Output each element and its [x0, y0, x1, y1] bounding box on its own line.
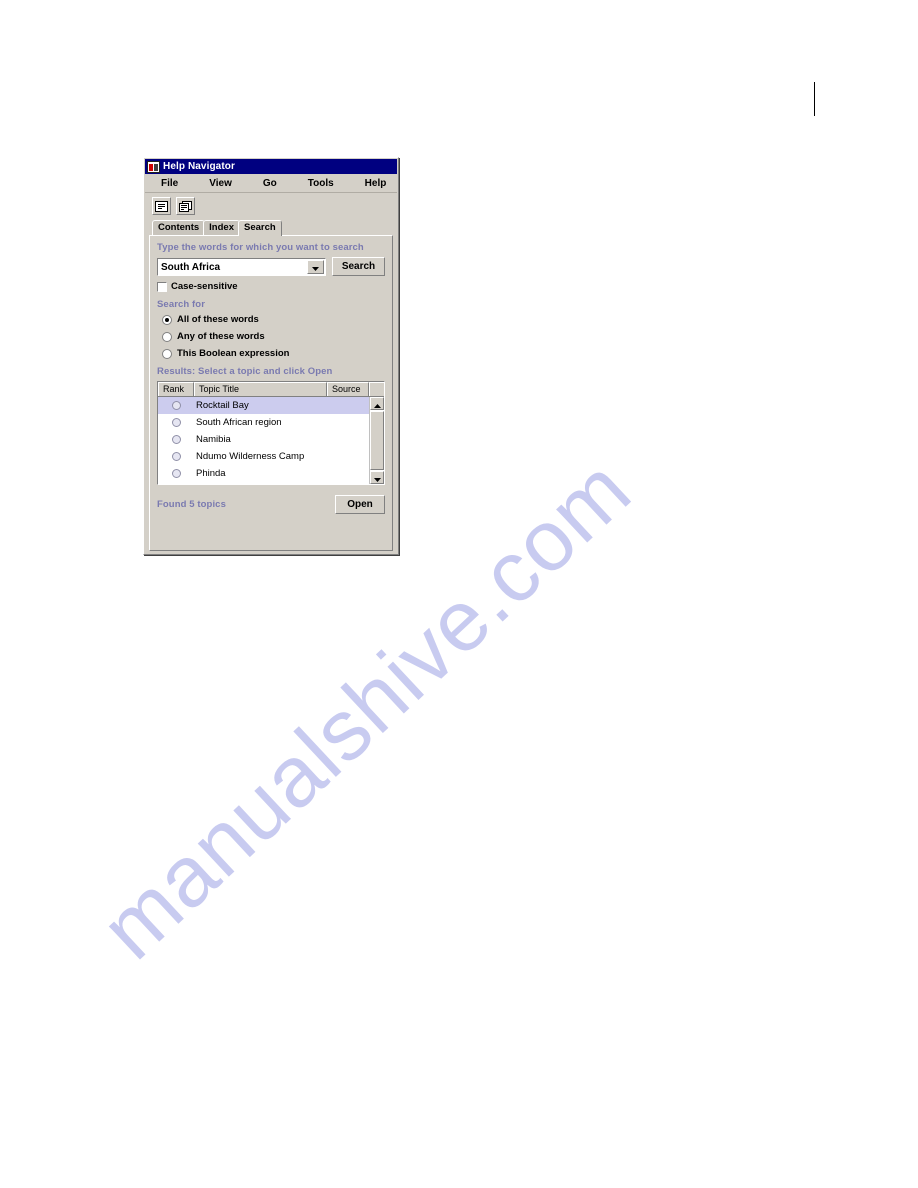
scroll-down-button[interactable] — [370, 471, 384, 484]
topic-title: Phinda — [196, 468, 226, 479]
radio-row-boolean[interactable]: This Boolean expression — [157, 348, 385, 359]
menu-item-file[interactable]: File — [157, 177, 182, 190]
column-header-title[interactable]: Topic Title — [194, 382, 327, 396]
topic-title: Namibia — [196, 434, 231, 445]
results-rows: Rocktail Bay South African region Namibi… — [158, 397, 369, 484]
results-table: Rank Topic Title Source Rocktail Bay Sou… — [157, 381, 385, 485]
window-titlebar: Help Navigator — [145, 159, 397, 174]
menu-item-view[interactable]: View — [205, 177, 236, 190]
radio-all-of-these-words[interactable] — [162, 314, 172, 325]
rank-cell — [158, 418, 194, 427]
column-header-source[interactable]: Source — [327, 382, 369, 396]
dual-pane-button[interactable] — [176, 197, 195, 215]
rank-circle-icon — [171, 469, 181, 478]
topic-title: South African region — [196, 417, 282, 428]
rank-circle-icon — [171, 435, 181, 444]
radio-any-of-these-words[interactable] — [162, 331, 172, 342]
panel-footer: Found 5 topics Open — [157, 495, 385, 514]
radio-label-all-of-these-words: All of these words — [177, 314, 259, 325]
case-sensitive-row[interactable]: Case-sensitive — [157, 281, 385, 292]
toolbar — [144, 193, 398, 219]
radio-label-any-of-these-words: Any of these words — [177, 331, 265, 342]
column-header-spacer — [369, 382, 384, 396]
triangle-down-icon — [373, 469, 381, 485]
search-panel: Type the words for which you want to sea… — [149, 235, 393, 551]
help-navigator-window: Help Navigator File View Go Tools Help C… — [143, 157, 399, 555]
window-title: Help Navigator — [163, 160, 235, 172]
scrollbar-track[interactable] — [370, 410, 384, 471]
case-sensitive-checkbox[interactable] — [157, 281, 167, 292]
results-table-header: Rank Topic Title Source — [158, 382, 384, 397]
results-header-label: Results: Select a topic and click Open — [157, 366, 333, 377]
table-row[interactable]: Phinda — [158, 465, 369, 482]
results-table-body: Rocktail Bay South African region Namibi… — [158, 397, 384, 484]
search-row: Search — [157, 257, 385, 276]
rank-cell — [158, 452, 194, 461]
single-pane-icon — [155, 200, 168, 212]
search-combobox[interactable] — [157, 257, 326, 276]
rank-circle-icon — [171, 452, 181, 461]
scrollbar-thumb[interactable] — [370, 411, 384, 470]
search-for-label: Search for — [157, 299, 205, 310]
radio-label-this-boolean-expression: This Boolean expression — [177, 348, 290, 359]
topic-title: Ndumo Wilderness Camp — [196, 451, 305, 462]
rank-cell — [158, 435, 194, 444]
radio-this-boolean-expression[interactable] — [162, 348, 172, 359]
menu-item-tools[interactable]: Tools — [304, 177, 338, 190]
status-text: Found 5 topics — [157, 499, 226, 510]
results-scrollbar[interactable] — [369, 397, 384, 484]
menu-item-go[interactable]: Go — [259, 177, 281, 190]
table-row[interactable]: Ndumo Wilderness Camp — [158, 448, 369, 465]
scroll-up-button[interactable] — [370, 397, 384, 410]
topic-title: Rocktail Bay — [196, 400, 249, 411]
tabstrip: Contents Index Search — [144, 219, 398, 236]
chevron-down-icon — [312, 258, 319, 276]
table-row[interactable]: Namibia — [158, 431, 369, 448]
rank-cell — [158, 469, 194, 478]
tab-index[interactable]: Index — [203, 220, 240, 235]
open-button[interactable]: Open — [335, 495, 385, 514]
tab-contents[interactable]: Contents — [152, 220, 206, 235]
search-input[interactable] — [158, 258, 306, 275]
table-row[interactable]: South African region — [158, 414, 369, 431]
search-combo-dropdown-button[interactable] — [307, 258, 324, 276]
radio-row-any-words[interactable]: Any of these words — [157, 331, 385, 342]
column-header-rank[interactable]: Rank — [158, 382, 194, 396]
rank-circle-icon — [171, 401, 181, 410]
rank-cell — [158, 401, 194, 410]
help-book-icon — [147, 160, 160, 173]
margin-rule — [814, 82, 815, 116]
search-button[interactable]: Search — [332, 257, 385, 276]
menu-item-help[interactable]: Help — [361, 177, 391, 190]
case-sensitive-label: Case-sensitive — [171, 281, 238, 292]
dual-pane-icon — [179, 200, 192, 212]
tab-search[interactable]: Search — [237, 220, 282, 236]
rank-circle-icon — [171, 418, 181, 427]
single-pane-button[interactable] — [152, 197, 171, 215]
search-prompt-label: Type the words for which you want to sea… — [157, 242, 364, 253]
radio-row-all-words[interactable]: All of these words — [157, 314, 385, 325]
menubar: File View Go Tools Help — [145, 174, 397, 193]
table-row[interactable]: Rocktail Bay — [158, 397, 369, 414]
page-watermark: manualshive.com — [0, 0, 918, 1188]
